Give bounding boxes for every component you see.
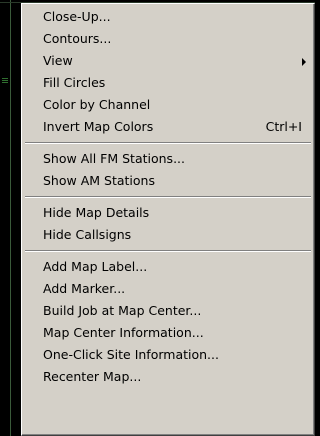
menu-item-label: Invert Map Colors: [43, 119, 154, 134]
menu-separator: [24, 138, 312, 148]
menu-item-show-all-fm-stations[interactable]: Show All FM Stations...: [24, 148, 312, 170]
menu-item-label: Map Center Information...: [43, 325, 204, 340]
menu-item-hide-map-details[interactable]: Hide Map Details: [24, 202, 312, 224]
menu-item-map-center-information[interactable]: Map Center Information...: [24, 322, 312, 344]
menu-item-close-up[interactable]: Close-Up...: [24, 6, 312, 28]
menu-item-shortcut: Ctrl+I: [265, 119, 302, 134]
context-menu: Close-Up... Contours... View Fill Circle…: [21, 3, 315, 436]
map-boundary-line: [10, 0, 11, 436]
menu-item-hide-callsigns[interactable]: Hide Callsigns: [24, 224, 312, 246]
menu-item-recenter-map[interactable]: Recenter Map...: [24, 366, 312, 388]
menu-item-label: View: [43, 53, 73, 68]
menu-item-label: Hide Map Details: [43, 205, 150, 220]
menu-item-label: One-Click Site Information...: [43, 347, 219, 362]
menu-item-one-click-site-information[interactable]: One-Click Site Information...: [24, 344, 312, 366]
context-menu-items: Close-Up... Contours... View Fill Circle…: [24, 6, 312, 388]
menu-item-build-job-at-map-center[interactable]: Build Job at Map Center...: [24, 300, 312, 322]
menu-item-label: Add Map Label...: [43, 259, 148, 274]
menu-item-label: Hide Callsigns: [43, 227, 132, 242]
menu-item-label: Show AM Stations: [43, 173, 155, 188]
menu-separator: [24, 246, 312, 256]
menu-item-label: Fill Circles: [43, 75, 106, 90]
menu-item-label: Contours...: [43, 31, 112, 46]
menu-item-label: Add Marker...: [43, 281, 126, 296]
menu-item-label: Recenter Map...: [43, 369, 142, 384]
menu-item-show-am-stations[interactable]: Show AM Stations: [24, 170, 312, 192]
menu-item-add-marker[interactable]: Add Marker...: [24, 278, 312, 300]
menu-item-label: Show All FM Stations...: [43, 151, 185, 166]
menu-item-contours[interactable]: Contours...: [24, 28, 312, 50]
menu-separator: [24, 192, 312, 202]
menu-item-label: Color by Channel: [43, 97, 151, 112]
menu-item-invert-map-colors[interactable]: Invert Map Colors Ctrl+I: [24, 116, 312, 138]
menu-item-add-map-label[interactable]: Add Map Label...: [24, 256, 312, 278]
menu-item-label: Close-Up...: [43, 9, 111, 24]
menu-item-view[interactable]: View: [24, 50, 312, 72]
submenu-arrow-icon: [302, 58, 306, 66]
menu-item-color-by-channel[interactable]: Color by Channel: [24, 94, 312, 116]
map-edge-marks: [0, 0, 10, 436]
menu-item-fill-circles[interactable]: Fill Circles: [24, 72, 312, 94]
map-view[interactable]: Close-Up... Contours... View Fill Circle…: [0, 0, 315, 436]
menu-item-label: Build Job at Map Center...: [43, 303, 202, 318]
